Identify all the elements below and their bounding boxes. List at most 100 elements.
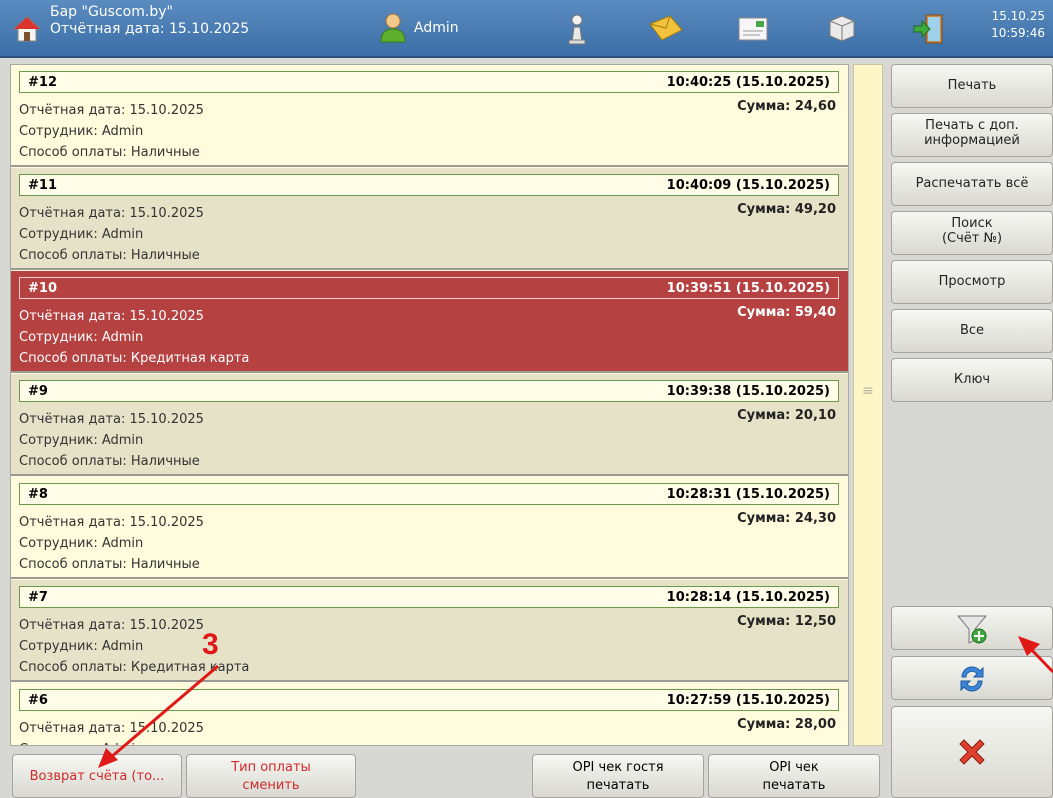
receipt-number: #6 (28, 693, 48, 708)
receipt-card[interactable]: #10 10:39:51 (15.10.2025) Отчётная дата: 1… (11, 271, 848, 373)
receipt-sum: Сумма: 24,30 (737, 511, 836, 526)
opi-guest-receipt-button[interactable]: OPI чек гостя печатать (532, 754, 704, 798)
receipt-time: 10:39:51 (15.10.2025) (666, 281, 830, 296)
opi-guest-line1: OPI чек гостя (572, 760, 664, 775)
receipt-sum: Сумма: 28,00 (737, 717, 836, 732)
receipt-time: 10:40:25 (15.10.2025) (666, 75, 830, 90)
search-button[interactable]: Поиск (Счёт №) (891, 211, 1053, 255)
receipt-employee: Сотрудник: Admin (19, 433, 144, 448)
receipt-time: 10:40:09 (15.10.2025) (666, 178, 830, 193)
receipt-header: #10 10:39:51 (15.10.2025) (19, 277, 839, 299)
receipt-number: #11 (28, 178, 57, 193)
opi-line2: печатать (762, 778, 826, 793)
refresh-icon (960, 666, 984, 692)
receipt-payment-method: Способ оплаты: Наличные (19, 557, 200, 572)
receipt-header: #11 10:40:09 (15.10.2025) (19, 174, 839, 196)
print-button-label: Печать (947, 78, 997, 93)
receipt-card[interactable]: #7 10:28:14 (15.10.2025) Отчётная дата: 15… (11, 580, 848, 682)
print-extra-button[interactable]: Печать с доп. информацией (891, 113, 1053, 157)
scroll-grip-icon[interactable]: ≡ (862, 383, 874, 399)
receipt-number: #7 (28, 590, 48, 605)
key-label: Ключ (953, 372, 991, 387)
receipt-time: 10:28:31 (15.10.2025) (666, 487, 830, 502)
refund-button[interactable]: Возврат счёта (то... (12, 754, 182, 798)
receipt-payment-method: Способ оплаты: Наличные (19, 248, 200, 263)
receipt-sum: Сумма: 24,60 (737, 99, 836, 114)
receipt-header: #7 10:28:14 (15.10.2025) (19, 586, 839, 608)
receipt-header: #12 10:40:25 (15.10.2025) (19, 71, 839, 93)
receipt-header: #8 10:28:31 (15.10.2025) (19, 483, 839, 505)
close-button[interactable] (891, 706, 1053, 798)
print-extra-line2: информацией (924, 133, 1020, 148)
venue-info: Бар "Guscom.by" Отчётная дата: 15.10.202… (50, 4, 249, 38)
receipt-sum: Сумма: 20,10 (737, 408, 836, 423)
receipt-sum: Сумма: 12,50 (737, 614, 836, 629)
change-payment-button[interactable]: Тип оплаты сменить (186, 754, 356, 798)
user-icon (380, 13, 406, 43)
search-line1: Поиск (951, 216, 993, 231)
all-label: Все (959, 323, 985, 338)
exit-icon[interactable] (912, 12, 948, 46)
user-indicator[interactable]: Admin (378, 12, 498, 46)
change-payment-line1: Тип оплаты (231, 760, 311, 775)
receipt-sum: Сумма: 49,20 (737, 202, 836, 217)
receipt-card[interactable]: #12 10:40:25 (15.10.2025) Отчётная дата: 1… (11, 65, 848, 167)
home-icon[interactable] (12, 14, 42, 44)
receipt-header: #9 10:39:38 (15.10.2025) (19, 380, 839, 402)
receipt-time: 10:39:38 (15.10.2025) (666, 384, 830, 399)
receipt-number: #9 (28, 384, 48, 399)
refund-label: Возврат счёта (то... (29, 769, 165, 784)
receipt-card[interactable]: #6 10:27:59 (15.10.2025) Отчётная дата: 15… (11, 683, 848, 745)
receipt-card[interactable]: #11 10:40:09 (15.10.2025) Отчётная дата: 1… (11, 168, 848, 270)
print-all-button[interactable]: Распечатать всё (891, 162, 1053, 206)
refresh-button[interactable] (891, 656, 1053, 700)
receipt-payment-method: Способ оплаты: Кредитная карта (19, 351, 250, 366)
receipt-payment-method: Способ оплаты: Наличные (19, 454, 200, 469)
receipt-card[interactable]: #8 10:28:31 (15.10.2025) Отчётная дата: 15… (11, 477, 848, 579)
clock-date: 15.10.25 (991, 9, 1045, 23)
receipt-report-date: Отчётная дата: 15.10.2025 (19, 412, 204, 427)
key-button[interactable]: Ключ (891, 358, 1053, 402)
search-line2: (Счёт №) (941, 231, 1003, 246)
receipt-payment-method: Способ оплаты: Наличные (19, 145, 200, 160)
print-all-label: Распечатать всё (915, 176, 1029, 191)
receipt-payment-method: Способ оплаты: Кредитная карта (19, 660, 250, 675)
opi-guest-line2: печатать (586, 778, 650, 793)
print-extra-line1: Печать с доп. (925, 118, 1019, 133)
opi-receipt-button[interactable]: OPI чек печатать (708, 754, 880, 798)
report-date: Отчётная дата: 15.10.2025 (50, 21, 250, 37)
receipt-report-date: Отчётная дата: 15.10.2025 (19, 103, 204, 118)
pawn-icon[interactable] (562, 12, 598, 46)
filter-add-icon (956, 615, 988, 644)
all-button[interactable]: Все (891, 309, 1053, 353)
receipt-list[interactable]: #12 10:40:25 (15.10.2025) Отчётная дата: 1… (10, 64, 849, 746)
top-bar: Бар "Guscom.by" Отчётная дата: 15.10.202… (0, 0, 1053, 58)
receipt-time: 10:28:14 (15.10.2025) (666, 590, 830, 605)
receipt-employee: Сотрудник: Admin (19, 124, 144, 139)
view-label: Просмотр (938, 274, 1006, 289)
receipt-sum: Сумма: 59,40 (737, 305, 836, 320)
print-button[interactable]: Печать (891, 64, 1053, 108)
clock: 15.10.25 10:59:46 (991, 8, 1045, 42)
receipt-number: #12 (28, 75, 57, 90)
view-button[interactable]: Просмотр (891, 260, 1053, 304)
receipt-employee: Сотрудник: Admin (19, 639, 144, 654)
clock-time: 10:59:46 (991, 26, 1045, 40)
receipt-card[interactable]: #9 10:39:38 (15.10.2025) Отчётная дата: 15… (11, 374, 848, 476)
box-icon[interactable] (826, 12, 862, 46)
receipt-employee: Сотрудник: Admin (19, 536, 144, 551)
receipt-employee: Сотрудник: Admin (19, 742, 143, 745)
invoice-icon[interactable] (736, 12, 772, 46)
filter-add-button[interactable] (891, 606, 1053, 650)
receipt-time: 10:27:59 (15.10.2025) (666, 693, 830, 708)
envelope-icon[interactable] (648, 12, 684, 46)
receipt-report-date: Отчётная дата: 15.10.2025 (19, 618, 204, 633)
receipt-employee: Сотрудник: Admin (19, 330, 144, 345)
user-name: Admin (414, 20, 459, 36)
list-scrollbar[interactable]: ≡ (853, 64, 883, 746)
opi-line1: OPI чек (769, 760, 819, 775)
close-icon (959, 739, 985, 765)
receipt-report-date: Отчётная дата: 15.10.2025 (19, 206, 204, 221)
receipt-employee: Сотрудник: Admin (19, 227, 144, 242)
receipt-report-date: Отчётная дата: 15.10.2025 (19, 309, 204, 324)
